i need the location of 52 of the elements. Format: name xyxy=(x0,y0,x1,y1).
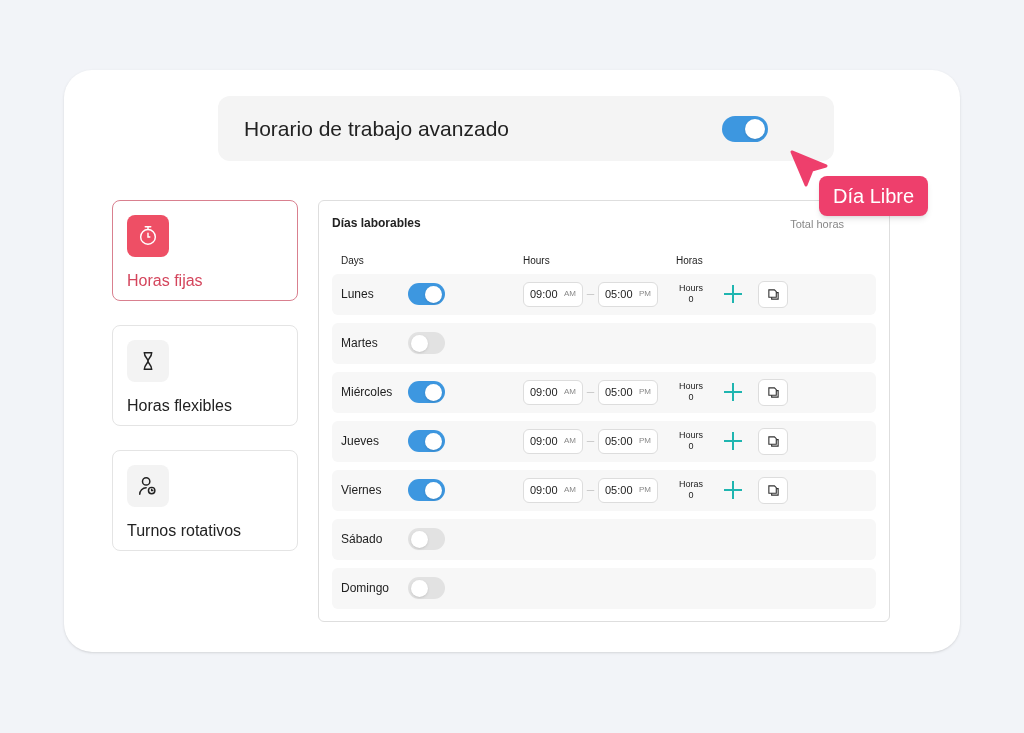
toggle-switch[interactable] xyxy=(722,115,768,142)
start-time-field[interactable]: 09:00 AM xyxy=(523,281,583,307)
copy-icon xyxy=(766,385,780,399)
panel-title: Días laborables xyxy=(332,215,421,232)
total-label: Total horas xyxy=(790,217,844,232)
end-time-field[interactable]: 05:00 PM xyxy=(598,281,658,307)
add-icon[interactable] xyxy=(723,382,743,402)
start-time-field[interactable]: 09:00 AM xyxy=(523,477,583,503)
column-header: Days xyxy=(341,253,365,268)
add-icon[interactable] xyxy=(723,480,743,500)
copy-icon xyxy=(766,434,780,448)
copy-button[interactable] xyxy=(758,476,788,504)
hours-value: Hours 0 xyxy=(678,381,704,403)
add-icon[interactable] xyxy=(723,284,743,304)
toggle-switch[interactable] xyxy=(408,577,445,599)
toggle-switch[interactable] xyxy=(408,479,445,501)
copy-icon xyxy=(766,483,780,497)
user-clock-icon xyxy=(137,475,159,497)
copy-button[interactable] xyxy=(758,427,788,455)
hours-value: Hours 0 xyxy=(678,283,704,305)
toggle-switch[interactable] xyxy=(408,283,445,305)
copy-icon xyxy=(766,287,780,301)
day-label: Lunes xyxy=(341,286,375,303)
hours-value: Hours 0 xyxy=(678,430,704,452)
toggle-switch[interactable] xyxy=(408,381,445,403)
start-time-field[interactable]: 09:00 AM xyxy=(523,379,583,405)
copy-button[interactable] xyxy=(758,378,788,406)
hours-value: Horas 0 xyxy=(678,479,704,501)
end-time-field[interactable]: 05:00 PM xyxy=(598,379,658,405)
callout-badge: Día Libre xyxy=(819,176,929,216)
header-title: Horario de trabajo avanzado xyxy=(244,115,509,142)
column-header: Hours xyxy=(523,253,551,268)
day-label: Martes xyxy=(341,335,379,352)
mode-card[interactable]: Turnos rotativos xyxy=(112,450,298,551)
copy-button[interactable] xyxy=(758,280,788,308)
toggle-switch[interactable] xyxy=(408,332,445,354)
column-header: Horas xyxy=(676,253,703,268)
end-time-field[interactable]: 05:00 PM xyxy=(598,477,658,503)
day-label: Viernes xyxy=(341,482,383,499)
mode-card[interactable]: Horas fijas xyxy=(112,200,298,301)
mode-card[interactable]: Horas flexibles xyxy=(112,325,298,426)
end-time-field[interactable]: 05:00 PM xyxy=(598,428,658,454)
day-label: Domingo xyxy=(341,580,391,597)
day-label: Sábado xyxy=(341,531,384,548)
day-label: Jueves xyxy=(341,433,381,450)
start-time-field[interactable]: 09:00 AM xyxy=(523,428,583,454)
day-label: Miércoles xyxy=(341,384,394,401)
toggle-switch[interactable] xyxy=(408,430,445,452)
toggle-switch[interactable] xyxy=(408,528,445,550)
add-icon[interactable] xyxy=(723,431,743,451)
cursor-icon xyxy=(790,150,828,187)
stopwatch-icon xyxy=(137,225,159,247)
